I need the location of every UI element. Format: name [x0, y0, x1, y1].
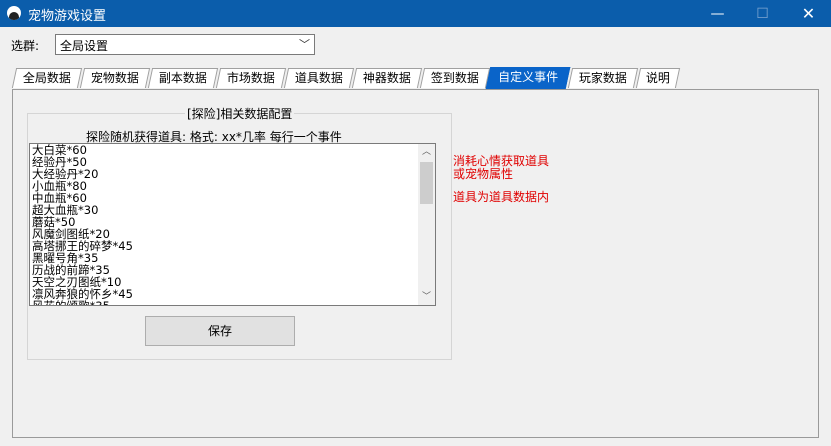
app-icon	[7, 6, 21, 20]
tab-global-data[interactable]: 全局数据	[11, 68, 83, 88]
vertical-scrollbar[interactable]: ︿ ﹀	[418, 144, 435, 305]
tab-item-data[interactable]: 道具数据	[283, 68, 355, 88]
event-line: 大经验丹*20	[32, 167, 99, 181]
window-title: 宠物游戏设置	[28, 9, 107, 24]
scroll-up-icon[interactable]: ︿	[418, 144, 435, 160]
maximize-button[interactable]: ☐	[740, 0, 785, 27]
group-select[interactable]: 全局设置 ﹀	[55, 34, 315, 55]
tab-help[interactable]: 说明	[635, 68, 681, 88]
note-item-source: 道具为道具数据内	[453, 190, 550, 204]
scroll-down-icon[interactable]: ﹀	[418, 289, 435, 305]
chevron-down-icon: ﹀	[299, 38, 310, 51]
events-lines: 大白菜*60 经验丹*50 大经验丹*20 小血瓶*80 中血瓶*60 超大血瓶*30 蘑菇…	[32, 144, 417, 305]
tab-custom-events[interactable]: 自定义事件	[485, 67, 571, 89]
scroll-thumb[interactable]	[420, 162, 433, 204]
tab-pet-data[interactable]: 宠物数据	[79, 68, 151, 88]
event-line: 超大血瓶*30	[32, 203, 99, 217]
tab-market-data[interactable]: 市场数据	[215, 68, 287, 88]
note-pet-attribute: 或宠物属性	[453, 167, 514, 181]
close-button[interactable]: ✕	[786, 0, 831, 27]
event-line: 大白菜*60	[32, 144, 87, 157]
config-group-title: [探险]相关数据配置	[185, 105, 295, 122]
events-textarea[interactable]: 大白菜*60 经验丹*50 大经验丹*20 小血瓶*80 中血瓶*60 超大血瓶*30 蘑菇…	[29, 143, 436, 306]
tab-player-data[interactable]: 玩家数据	[567, 68, 639, 88]
title-bar: 宠物游戏设置 — ☐ ✕	[0, 0, 831, 27]
event-line: 风花的颂歌*35	[32, 300, 417, 305]
group-select-label: 选群:	[11, 39, 40, 53]
group-select-value: 全局设置	[60, 39, 109, 53]
save-button[interactable]: 保存	[145, 316, 295, 346]
minimize-button[interactable]: —	[695, 0, 740, 27]
tab-artifact-data[interactable]: 神器数据	[351, 68, 423, 88]
event-line: 小血瓶*80	[32, 179, 87, 193]
tab-checkin-data[interactable]: 签到数据	[419, 68, 491, 88]
tab-dungeon-data[interactable]: 副本数据	[147, 68, 219, 88]
